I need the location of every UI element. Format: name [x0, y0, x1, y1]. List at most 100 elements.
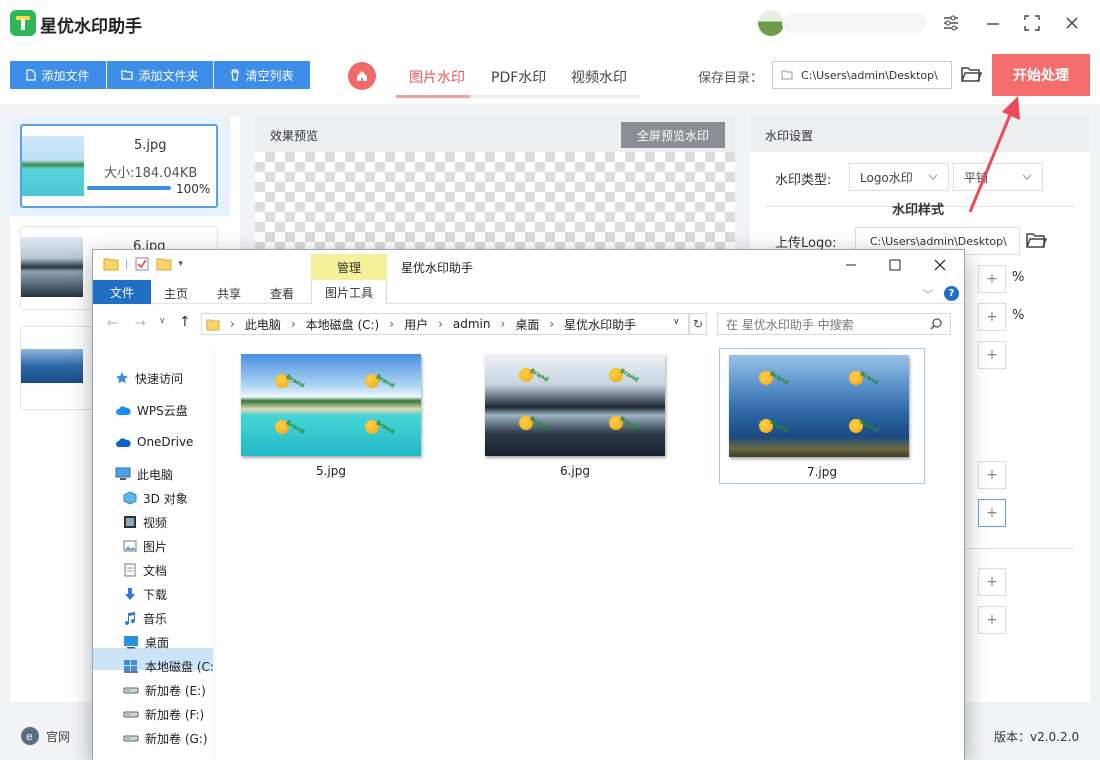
ribbon-tab-picture-tools[interactable]: 图片工具 [311, 280, 387, 304]
computer-icon [115, 467, 131, 481]
history-chevron-icon[interactable]: ∨ [159, 316, 166, 326]
download-icon [123, 587, 137, 601]
help-icon[interactable]: ? [944, 286, 959, 301]
cube-icon [123, 491, 137, 505]
desktop-icon [123, 635, 139, 649]
ex-minimize-icon[interactable] [843, 256, 859, 274]
manage-tab[interactable]: 管理 [311, 254, 387, 280]
angle-plus-button[interactable]: + [978, 341, 1006, 369]
refresh-icon[interactable]: ↻ [689, 313, 707, 335]
nav-item-9[interactable]: 音乐 [123, 607, 245, 629]
nav-item-15[interactable]: 网络 [115, 755, 237, 760]
nav-item-5[interactable]: 视频 [123, 511, 245, 533]
browse-logo-icon[interactable] [1025, 230, 1048, 254]
thumbnail-6: Brand Brand Brand Brand [485, 354, 665, 456]
crumb-admin[interactable]: admin [453, 317, 491, 331]
nav-item-2[interactable]: OneDrive [115, 431, 237, 453]
progress-bar [87, 186, 171, 190]
explorer-window-title: 星优水印助手 [401, 261, 474, 275]
maximize-icon[interactable] [1021, 12, 1043, 34]
nav-item-10[interactable]: 桌面 [123, 631, 245, 653]
crumb-users[interactable]: 用户 [404, 316, 428, 333]
add-folder-button[interactable]: 添加文件夹 [107, 61, 213, 89]
nav-item-13[interactable]: 新加卷 (F:) [123, 703, 245, 725]
file-tile-7[interactable]: Brand Brand Brand Brand 7.jpg [719, 348, 925, 484]
save-dir-input[interactable]: C:\Users\admin\Desktop\ [772, 61, 952, 89]
tab-image-watermark[interactable]: 图片水印 [409, 67, 465, 87]
watermark-type-label: 水印类型: [775, 173, 832, 188]
nav-item-7[interactable]: 文档 [123, 559, 245, 581]
avatar[interactable] [758, 10, 784, 36]
ex-maximize-icon[interactable] [887, 256, 903, 274]
clear-list-label: 清空列表 [245, 68, 294, 83]
app-logo-icon [10, 10, 36, 36]
home-button[interactable] [348, 62, 376, 90]
tab-pdf-watermark[interactable]: PDF水印 [491, 67, 546, 87]
spacing-x-plus-button[interactable]: + [978, 461, 1006, 489]
nav-item-6[interactable]: 图片 [123, 535, 245, 557]
close-icon[interactable] [1061, 12, 1083, 34]
clear-list-button[interactable]: 清空列表 [214, 61, 310, 89]
nav-item-label: 3D 对象 [143, 491, 188, 506]
settings-sliders-icon[interactable] [940, 12, 962, 34]
nav-item-12[interactable]: 新加卷 (E:) [123, 679, 245, 701]
file-tile-6[interactable]: Brand Brand Brand Brand 6.jpg [483, 350, 667, 482]
ribbon-tab-file[interactable]: 文件 [93, 280, 151, 304]
crumb-drive-c[interactable]: 本地磁盘 (C:) [306, 316, 380, 333]
ribbon-tab-home[interactable]: 主页 [164, 285, 188, 302]
address-dropdown-icon[interactable]: ∨ [673, 317, 680, 327]
fullscreen-preview-button[interactable]: 全屏预览水印 [621, 122, 725, 148]
watermark-type-select[interactable]: Logo水印 [849, 163, 949, 191]
nav-item-3[interactable]: 此电脑 [115, 463, 237, 485]
version-label: 版本：v2.0.2.0 [994, 730, 1080, 744]
chevron-down-icon [928, 174, 938, 180]
ribbon-expand-icon[interactable]: ﹀ [923, 286, 933, 301]
nav-item-label: 新加卷 (F:) [145, 707, 205, 722]
nav-item-0[interactable]: 快速访问 [115, 367, 237, 389]
user-name-field[interactable] [782, 13, 926, 33]
margin-x-plus-button[interactable]: + [978, 568, 1006, 596]
nav-item-11[interactable]: 本地磁盘 (C: [123, 655, 245, 677]
nav-item-1[interactable]: WPS云盘 [115, 399, 237, 421]
trash-icon [231, 69, 240, 81]
ex-close-icon[interactable] [932, 256, 948, 274]
size-plus-button[interactable]: + [978, 303, 1006, 331]
back-arrow-icon[interactable]: ← [107, 316, 118, 331]
nav-item-label: 视频 [143, 515, 168, 530]
nav-item-14[interactable]: 新加卷 (G:) [123, 727, 245, 749]
quick-access-toolbar: | ▾ [103, 256, 183, 272]
crumb-app-folder[interactable]: 星优水印助手 [564, 316, 636, 333]
crumb-this-pc[interactable]: 此电脑 [245, 316, 281, 333]
address-bar[interactable]: › 此电脑 › 本地磁盘 (C:) › 用户 › admin › 桌面 › 星优水印助手 [201, 313, 689, 335]
nav-item-8[interactable]: 下载 [123, 583, 245, 605]
opacity-plus-button[interactable]: + [978, 265, 1006, 293]
tab-video-watermark[interactable]: 视频水印 [571, 67, 627, 87]
file-explorer-window: | ▾ 管理 星优水印助手 文件 主页 共享 查看 图片工具 ﹀ ? ← → ∨… [93, 250, 964, 760]
file-tile-5[interactable]: Brand Brand Brand Brand 5.jpg [239, 350, 423, 482]
minimize-icon[interactable] [982, 12, 1004, 34]
browse-folder-icon[interactable] [960, 64, 983, 88]
file-card-5[interactable]: 5.jpg 大小:184.04KB 100% [20, 124, 218, 208]
ribbon-tab-share[interactable]: 共享 [217, 285, 241, 302]
search-input[interactable]: 在 星优水印助手 中搜索 [717, 313, 951, 335]
new-folder-icon [156, 258, 172, 271]
file-icon [26, 69, 37, 81]
search-icon[interactable] [929, 316, 943, 335]
watermark-type-value: Logo水印 [860, 170, 913, 185]
tile-name-6: 6.jpg [559, 464, 591, 478]
nav-item-4[interactable]: 3D 对象 [123, 487, 245, 509]
forward-arrow-icon[interactable]: → [135, 316, 146, 331]
cloud-icon [115, 404, 131, 416]
official-site-link[interactable]: e 官网 [20, 726, 70, 746]
ribbon-tab-view[interactable]: 查看 [270, 285, 294, 302]
crumb-desktop[interactable]: 桌面 [515, 316, 539, 333]
spacing-y-plus-button[interactable]: + [978, 499, 1006, 527]
upload-logo-label: 上传Logo: [775, 236, 837, 251]
add-file-button[interactable]: 添加文件 [10, 61, 106, 89]
margin-y-plus-button[interactable]: + [978, 606, 1006, 634]
annotation-arrow [968, 96, 1020, 213]
up-arrow-icon[interactable]: ↑ [179, 314, 191, 330]
folder-outline-icon [781, 70, 793, 80]
preview-title: 效果预览 [270, 129, 319, 143]
file-thumbnail [21, 237, 83, 297]
